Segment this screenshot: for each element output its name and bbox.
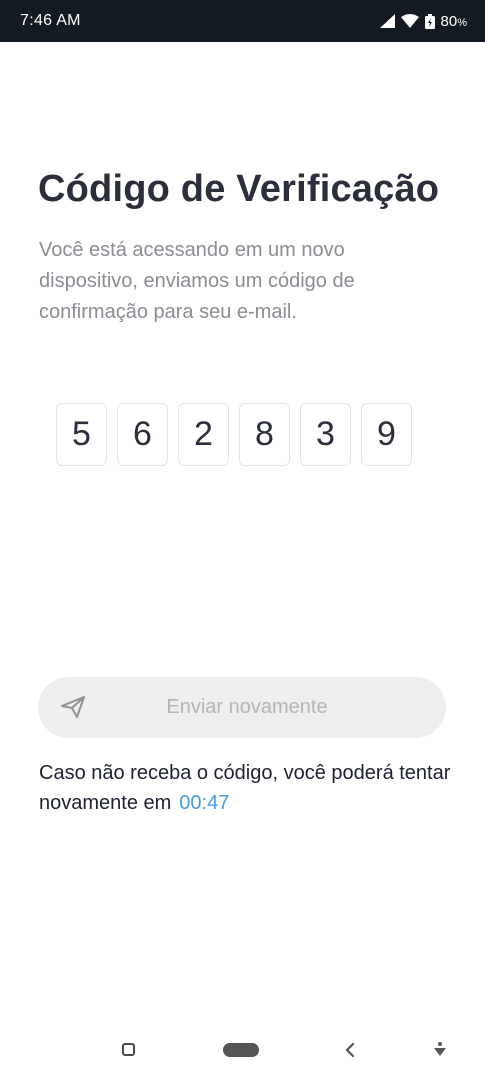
wifi-icon: [400, 14, 419, 28]
status-bar: 7:46 AM 80%: [0, 0, 485, 42]
battery-unit: %: [457, 16, 467, 29]
resend-button[interactable]: Enviar novamente: [38, 677, 446, 738]
retry-info: Caso não receba o código, você poderá te…: [39, 758, 459, 818]
page-title: Código de Verificação: [38, 168, 440, 210]
battery-level: 80%: [441, 13, 467, 30]
back-icon[interactable]: [344, 1042, 356, 1063]
code-digit-3[interactable]: 2: [178, 403, 229, 466]
retry-info-text: Caso não receba o código, você poderá te…: [39, 762, 451, 814]
signal-icon: [379, 14, 395, 28]
status-icons: 80%: [379, 13, 467, 30]
recents-icon[interactable]: [122, 1043, 135, 1056]
code-digit-5[interactable]: 3: [300, 403, 351, 466]
battery-icon: [424, 13, 435, 29]
code-digit-2[interactable]: 6: [117, 403, 168, 466]
page-subtitle: Você está acessando em um novo dispositi…: [39, 239, 355, 323]
resend-label: Enviar novamente: [166, 696, 328, 718]
send-icon: [60, 695, 86, 724]
status-time: 7:46 AM: [20, 12, 81, 29]
code-digit-4[interactable]: 8: [239, 403, 290, 466]
verification-code-input[interactable]: 5 6 2 8 3 9: [56, 403, 412, 466]
home-icon[interactable]: [223, 1043, 259, 1057]
countdown-timer: 00:47: [179, 792, 230, 814]
code-digit-6[interactable]: 9: [361, 403, 412, 466]
code-digit-1[interactable]: 5: [56, 403, 107, 466]
battery-percent: 80: [440, 12, 458, 30]
down-icon[interactable]: [433, 1041, 447, 1064]
